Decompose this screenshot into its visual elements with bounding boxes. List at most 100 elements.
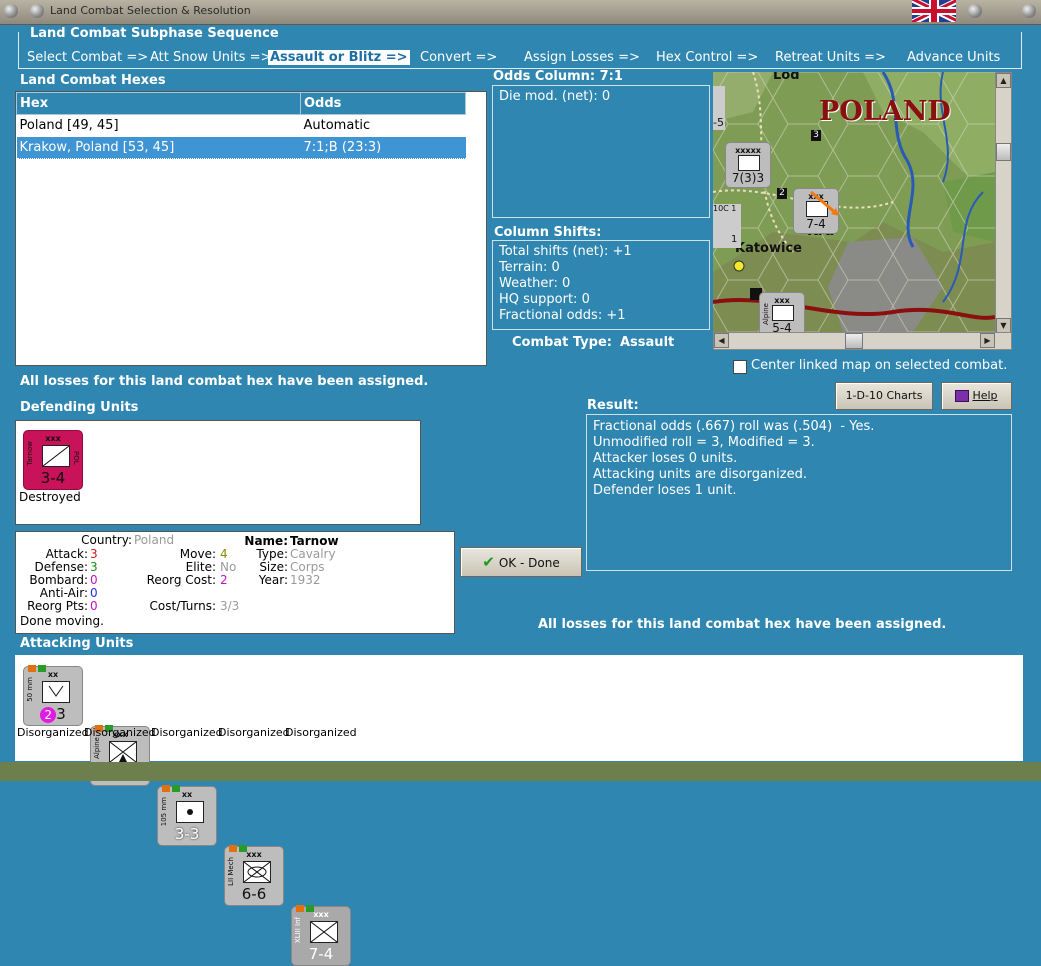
table-row[interactable]: Poland [49, 45] Automatic	[17, 115, 487, 137]
step-att-snow-units: Att Snow Units =>	[150, 50, 272, 65]
weather-shift: Weather: 0	[499, 276, 571, 291]
hex-cell: Krakow, Poland [53, 45]	[16, 136, 301, 159]
map-unit-partial[interactable]: -5	[713, 86, 725, 130]
linked-map[interactable]: POLAND Lod Kra Katowice xxxxx 7(3)3 xxx …	[713, 72, 995, 332]
reorg-cost-value: 2	[220, 573, 228, 587]
map-horizontal-scrollbar[interactable]: ◀ ▶	[713, 332, 1012, 350]
window-title: Land Combat Selection & Resolution	[50, 4, 251, 17]
attack-label: Attack:	[45, 547, 88, 561]
hexes-title: Land Combat Hexes	[20, 73, 166, 88]
map-vertical-scrollbar[interactable]: ▲ ▼	[995, 72, 1012, 334]
shifts-panel: Total shifts (net): +1 Terrain: 0 Weathe…	[492, 240, 710, 330]
table-row-selected[interactable]: Krakow, Poland [53, 45] 7:1;B (23:3)	[16, 136, 486, 159]
attack-arrow-icon	[810, 190, 839, 216]
help-book-icon	[955, 390, 970, 402]
result-panel: Fractional odds (.667) roll was (.504) -…	[586, 414, 1012, 571]
check-icon: ✔	[482, 553, 495, 571]
map-unit-partial: 1	[731, 234, 739, 245]
type-value: Cavalry	[290, 547, 336, 561]
unit-status: Disorganized	[218, 726, 290, 739]
step-assign-losses: Assign Losses =>	[524, 50, 640, 65]
attacking-unit-counter[interactable]: xxx XLIII Inf 7-4	[291, 905, 351, 966]
combat-type-label: Combat Type:	[512, 335, 612, 350]
odds-cell: Automatic	[303, 118, 371, 133]
attack-value: 3	[90, 547, 98, 561]
step-select-combat: Select Combat =>	[27, 50, 149, 65]
antiair-value: 0	[90, 586, 98, 600]
map-city-label: Katowice	[735, 241, 802, 256]
result-line: Attacking units are disorganized.	[593, 467, 807, 482]
stack-count: 2	[777, 188, 787, 199]
defending-units-panel: xxx Tarnow POL 3-4 Destroyed	[15, 420, 421, 525]
bombard-value: 0	[90, 573, 98, 587]
year-label: Year:	[258, 573, 288, 587]
losses-message-bottom: All losses for this land combat hex have…	[538, 617, 947, 632]
defending-unit-counter[interactable]: xxx Tarnow POL 3-4	[23, 430, 83, 490]
attacking-unit-counter[interactable]: xx 50 mm 23	[23, 665, 83, 726]
rivet-icon	[968, 4, 982, 18]
die-mod: Die mod. (net): 0	[499, 89, 611, 104]
rivet-icon	[30, 4, 44, 18]
result-line: Defender loses 1 unit.	[593, 483, 737, 498]
unit-status: Disorganized	[84, 726, 156, 739]
step-retreat-units: Retreat Units =>	[775, 50, 886, 65]
step-advance-units: Advance Units	[907, 50, 1001, 65]
unit-info-panel: Country: Poland Attack: 3 Defense: 3 Bom…	[15, 531, 455, 634]
move-label: Move:	[179, 547, 216, 561]
reorg-pts-value: 0	[90, 599, 98, 613]
defense-label: Defense:	[34, 560, 88, 574]
total-shifts: Total shifts (net): +1	[499, 244, 632, 259]
map-strip-background	[0, 762, 1041, 781]
type-label: Type:	[256, 547, 288, 561]
odds-panel: Die mod. (net): 0	[492, 85, 710, 218]
name-label: Name:	[244, 534, 288, 548]
unit-status: Disorganized	[17, 726, 89, 739]
column-header-odds[interactable]: Odds	[300, 92, 466, 115]
center-map-checkbox[interactable]	[733, 360, 747, 374]
hex-cell: Poland [49, 45]	[19, 118, 119, 133]
ok-done-button[interactable]: ✔ OK - Done	[460, 547, 582, 577]
step-assault-or-blitz: Assault or Blitz =>	[268, 50, 410, 65]
cost-turns-value: 3/3	[220, 599, 240, 613]
stack-count: 3	[811, 130, 821, 141]
result-line: Unmodified roll = 3, Modified = 3.	[593, 435, 815, 450]
attacking-title: Attacking Units	[20, 636, 134, 651]
map-unit-counter[interactable]: xxxxx 7(3)3	[725, 142, 771, 188]
combat-type-value: Assault	[620, 335, 675, 350]
unit-status: Destroyed	[19, 490, 81, 504]
map-city-label: Lod	[773, 72, 800, 83]
defense-value: 3	[90, 560, 98, 574]
reorg-pts-label: Reorg Pts:	[27, 599, 88, 613]
step-convert: Convert =>	[420, 50, 498, 65]
unit-status: Disorganized	[285, 726, 357, 739]
map-unit-counter[interactable]: xxx Alpine 5-4	[759, 292, 805, 332]
elite-label: Elite:	[185, 560, 216, 574]
attacking-unit-counter[interactable]: xxx LII Mech 6-6	[224, 845, 284, 906]
center-map-label: Center linked map on selected combat.	[751, 358, 1008, 373]
hq-support-shift: HQ support: 0	[499, 292, 590, 307]
result-line: Fractional odds (.667) roll was (.504) -…	[593, 419, 875, 434]
unit-status-text: Done moving.	[20, 614, 104, 628]
column-header-hex[interactable]: Hex	[16, 92, 301, 115]
country-value: Poland	[134, 533, 175, 547]
name-value: Tarnow	[290, 534, 339, 548]
elite-value: No	[220, 560, 237, 574]
year-value: 1932	[290, 573, 321, 587]
bombard-label: Bombard:	[29, 573, 88, 587]
odds-cell: 7:1;B (23:3)	[300, 136, 466, 159]
d10-charts-button[interactable]: 1-D-10 Charts	[835, 382, 933, 410]
antiair-label: Anti-Air:	[39, 586, 88, 600]
cost-turns-label: Cost/Turns:	[149, 599, 216, 613]
help-button[interactable]: Help	[941, 382, 1012, 410]
country-label: Country:	[81, 533, 132, 547]
attacking-units-panel: xx 50 mm 23 Disorganized xxx Alpine 5-4 …	[15, 655, 1023, 966]
terrain-shift: Terrain: 0	[499, 260, 560, 275]
step-hex-control: Hex Control =>	[656, 50, 759, 65]
attacking-unit-counter[interactable]: xx 105 mm 3-3	[157, 785, 217, 846]
hexes-list[interactable]: Hex Odds Poland [49, 45] Automatic Krako…	[15, 91, 487, 366]
unit-status: Disorganized	[151, 726, 223, 739]
defending-title: Defending Units	[20, 400, 139, 415]
fractional-odds-shift: Fractional odds: +1	[499, 308, 626, 323]
rivet-icon	[4, 4, 18, 18]
odds-title: Odds Column: 7:1	[493, 69, 623, 84]
